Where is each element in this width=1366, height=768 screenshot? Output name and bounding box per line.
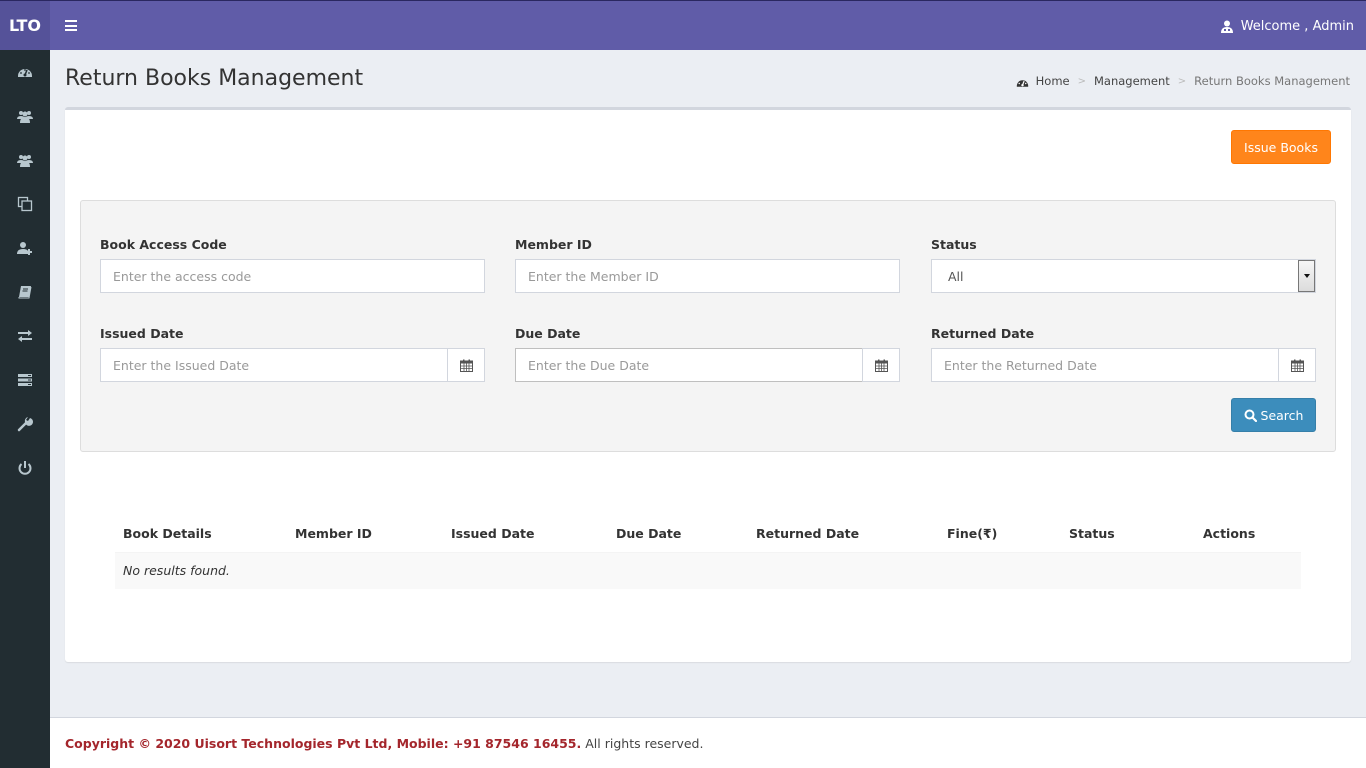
exchange-icon [18,330,32,342]
breadcrumb-separator: > [1077,75,1086,87]
returned-date-label: Returned Date [931,326,1035,341]
column-status[interactable]: Status [1061,515,1195,553]
column-member-id[interactable]: Member ID [287,515,443,553]
returned-date-group: Returned Date [931,326,1316,382]
search-icon [1244,409,1257,422]
calendar-icon [1290,359,1304,372]
sidebar-toggle-icon[interactable] [65,20,77,31]
due-date-input[interactable] [515,348,862,382]
empty-message: No results found. [115,552,1301,589]
breadcrumb: Home > Management > Return Books Managem… [1016,74,1350,88]
due-date-calendar-button[interactable] [862,348,900,382]
issued-date-group: Issued Date [100,326,485,382]
sidebar-item-dashboard[interactable] [0,50,50,94]
issued-date-calendar-button[interactable] [447,348,485,382]
dashboard-icon [1016,79,1028,87]
breadcrumb-current: Return Books Management [1194,74,1350,88]
book-access-code-group: Book Access Code [100,237,485,293]
sidebar-item-copies[interactable] [0,182,50,226]
sidebar-item-members[interactable] [0,138,50,182]
sidebar-item-logout[interactable] [0,446,50,490]
app-logo[interactable]: LTO [0,1,50,50]
book-icon [18,286,32,299]
due-date-label: Due Date [515,326,581,341]
book-access-code-input[interactable] [100,259,485,293]
column-actions: Actions [1195,515,1301,553]
sidebar-item-books[interactable] [0,270,50,314]
user-plus-icon [17,242,32,255]
users-icon [17,111,33,123]
issued-date-input[interactable] [100,348,447,382]
status-selected-value: All [948,268,964,284]
search-filter-panel: Book Access Code Member ID Status All Is… [80,200,1336,452]
status-select[interactable]: All [931,259,1316,293]
column-due-date[interactable]: Due Date [608,515,748,553]
wrench-icon [17,417,33,432]
user-menu[interactable]: Welcome , Admin [1220,1,1354,51]
table-header-row: Book Details Member ID Issued Date Due D… [115,515,1301,553]
return-books-table: Book Details Member ID Issued Date Due D… [115,515,1301,589]
sidebar [0,50,50,768]
returned-date-calendar-button[interactable] [1278,348,1316,382]
breadcrumb-separator: > [1177,75,1187,87]
sidebar-item-transactions[interactable] [0,314,50,358]
status-label: Status [931,237,977,252]
breadcrumb-management[interactable]: Management [1094,74,1170,88]
breadcrumb-home-label: Home [1035,74,1070,88]
top-navbar: LTO Welcome , Admin [0,0,1366,50]
column-fine[interactable]: Fine(₹) [939,515,1061,553]
due-date-group: Due Date [515,326,900,382]
search-button-label: Search [1260,407,1304,423]
dashboard-icon [18,69,32,77]
table-row: No results found. [115,552,1301,589]
chevron-down-icon[interactable] [1298,260,1315,292]
sidebar-item-settings[interactable] [0,402,50,446]
column-returned-date[interactable]: Returned Date [748,515,939,553]
power-icon [18,461,32,475]
breadcrumb-home[interactable]: Home [1016,74,1070,88]
content-box: Issue Books Book Access Code Member ID S… [65,107,1351,662]
member-id-input[interactable] [515,259,900,293]
welcome-text: Welcome , Admin [1240,18,1354,34]
calendar-icon [459,359,473,372]
member-id-label: Member ID [515,237,592,252]
issued-date-label: Issued Date [100,326,184,341]
column-issued-date[interactable]: Issued Date [443,515,608,553]
page-title: Return Books Management [65,66,364,91]
issue-books-button[interactable]: Issue Books [1231,130,1331,164]
members-icon [17,155,33,167]
search-button[interactable]: Search [1231,398,1316,432]
member-id-group: Member ID [515,237,900,293]
book-access-code-label: Book Access Code [100,237,227,252]
sidebar-item-add-user[interactable] [0,226,50,270]
status-group: Status All [931,237,1316,293]
footer: Copyright © 2020 Uisort Technologies Pvt… [50,717,1366,768]
calendar-icon [874,359,888,372]
sidebar-item-reports[interactable] [0,358,50,402]
footer-rights: All rights reserved. [585,735,704,751]
user-icon [1220,20,1233,33]
list-icon [18,374,32,386]
footer-copyright: Copyright © 2020 Uisort Technologies Pvt… [65,735,582,751]
column-book-details[interactable]: Book Details [115,515,287,553]
copy-icon [17,196,33,212]
sidebar-item-users[interactable] [0,94,50,138]
returned-date-input[interactable] [931,348,1278,382]
